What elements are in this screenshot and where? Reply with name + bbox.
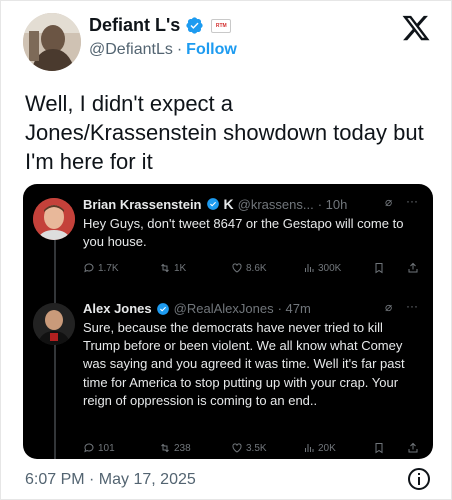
tweet2-actions: 101 238 3.5K 20K xyxy=(83,442,419,454)
affiliate-badge: RTM xyxy=(211,18,232,33)
heart-icon xyxy=(232,443,242,453)
author-handle-row: @DefiantLs · Follow xyxy=(89,41,237,59)
reply-thread-line xyxy=(54,238,56,459)
repost-icon xyxy=(161,443,169,453)
repost-count: 1K xyxy=(174,262,187,274)
views-icon xyxy=(305,444,314,452)
grok-icon: ⌀ xyxy=(385,195,393,209)
tweet1-text: Hey Guys, don't tweet 8647 or the Gestap… xyxy=(83,216,404,249)
grok-icon: ⌀ xyxy=(385,300,393,314)
view-count: 20K xyxy=(318,442,336,454)
separator: · xyxy=(176,41,183,58)
x-logo-icon[interactable] xyxy=(401,13,431,43)
repost-count: 238 xyxy=(174,442,191,454)
reply-count: 1.7K xyxy=(98,262,119,274)
bookmark-icon xyxy=(375,263,383,274)
author-avatar[interactable] xyxy=(23,13,81,71)
tweet2-share xyxy=(407,442,419,454)
tweet2-reply: 101 xyxy=(83,442,159,454)
tweet-card: Defiant L's RTM @DefiantLs · Follow Well… xyxy=(0,0,452,500)
tweet2-like: 3.5K xyxy=(231,442,303,454)
info-icon[interactable] xyxy=(407,467,431,491)
tweet1-bookmark xyxy=(373,262,407,274)
repost-icon xyxy=(161,263,169,273)
tweet2-author-name: Alex Jones xyxy=(83,301,152,316)
avatar-image xyxy=(23,13,81,71)
tweet2-time: · 47m xyxy=(277,301,311,316)
tweet1-repost: 1K xyxy=(159,262,231,274)
k-affiliate-icon: K xyxy=(223,196,234,212)
tweet1-handle: @krassens... xyxy=(237,196,314,212)
tweet1-author-name: Brian Krassenstein xyxy=(83,196,202,212)
verified-badge-icon xyxy=(206,198,219,210)
tweet-timestamp[interactable]: 6:07 PM · May 17, 2025 xyxy=(25,471,196,489)
alex-jones-avatar xyxy=(33,303,75,345)
reply-icon xyxy=(84,443,94,453)
tweet1-reply: 1.7K xyxy=(83,262,159,274)
krassenstein-avatar xyxy=(33,198,75,240)
tweet1-time: · 10h xyxy=(317,196,348,212)
tweet2-handle: @RealAlexJones xyxy=(173,301,274,316)
follow-button[interactable]: Follow xyxy=(186,41,237,59)
views-icon xyxy=(305,264,314,272)
tweet1-like: 8.6K xyxy=(231,262,303,274)
author-name[interactable]: Defiant L's xyxy=(89,15,180,36)
more-icon: ··· xyxy=(406,194,418,208)
heart-icon xyxy=(232,263,242,273)
verified-badge-icon xyxy=(156,302,169,315)
author-handle[interactable]: @DefiantLs xyxy=(89,41,173,59)
tweet-text: Well, I didn't expect a Jones/Krassenste… xyxy=(25,91,424,174)
reply-count: 101 xyxy=(98,442,115,454)
embedded-screenshot: Brian Krassenstein K @krassens... · 10h … xyxy=(23,184,433,459)
avatar-image xyxy=(33,198,75,240)
like-count: 3.5K xyxy=(246,442,267,454)
avatar-image xyxy=(33,303,75,345)
tweet1-views: 300K xyxy=(303,262,373,274)
tweet1-actions: 1.7K 1K 8.6K 300K xyxy=(83,262,419,274)
tweet2-text: Sure, because the democrats have never t… xyxy=(83,320,405,408)
verified-badge-icon xyxy=(186,17,203,34)
share-icon xyxy=(408,442,418,453)
tweet1-share xyxy=(407,262,419,274)
tweet2-repost: 238 xyxy=(159,442,231,454)
tweet2-header: Alex Jones @RealAlexJones · 47m xyxy=(83,301,311,316)
reply-icon xyxy=(84,263,94,273)
like-count: 8.6K xyxy=(246,262,267,274)
tweet2-bookmark xyxy=(373,442,407,454)
tweet1-header: Brian Krassenstein K @krassens... · 10h xyxy=(83,196,347,212)
bookmark-icon xyxy=(375,443,383,454)
share-icon xyxy=(408,262,418,273)
tweet2-views: 20K xyxy=(303,442,373,454)
author-name-row: Defiant L's RTM xyxy=(89,15,232,36)
view-count: 300K xyxy=(318,262,342,274)
more-icon: ··· xyxy=(406,299,418,313)
